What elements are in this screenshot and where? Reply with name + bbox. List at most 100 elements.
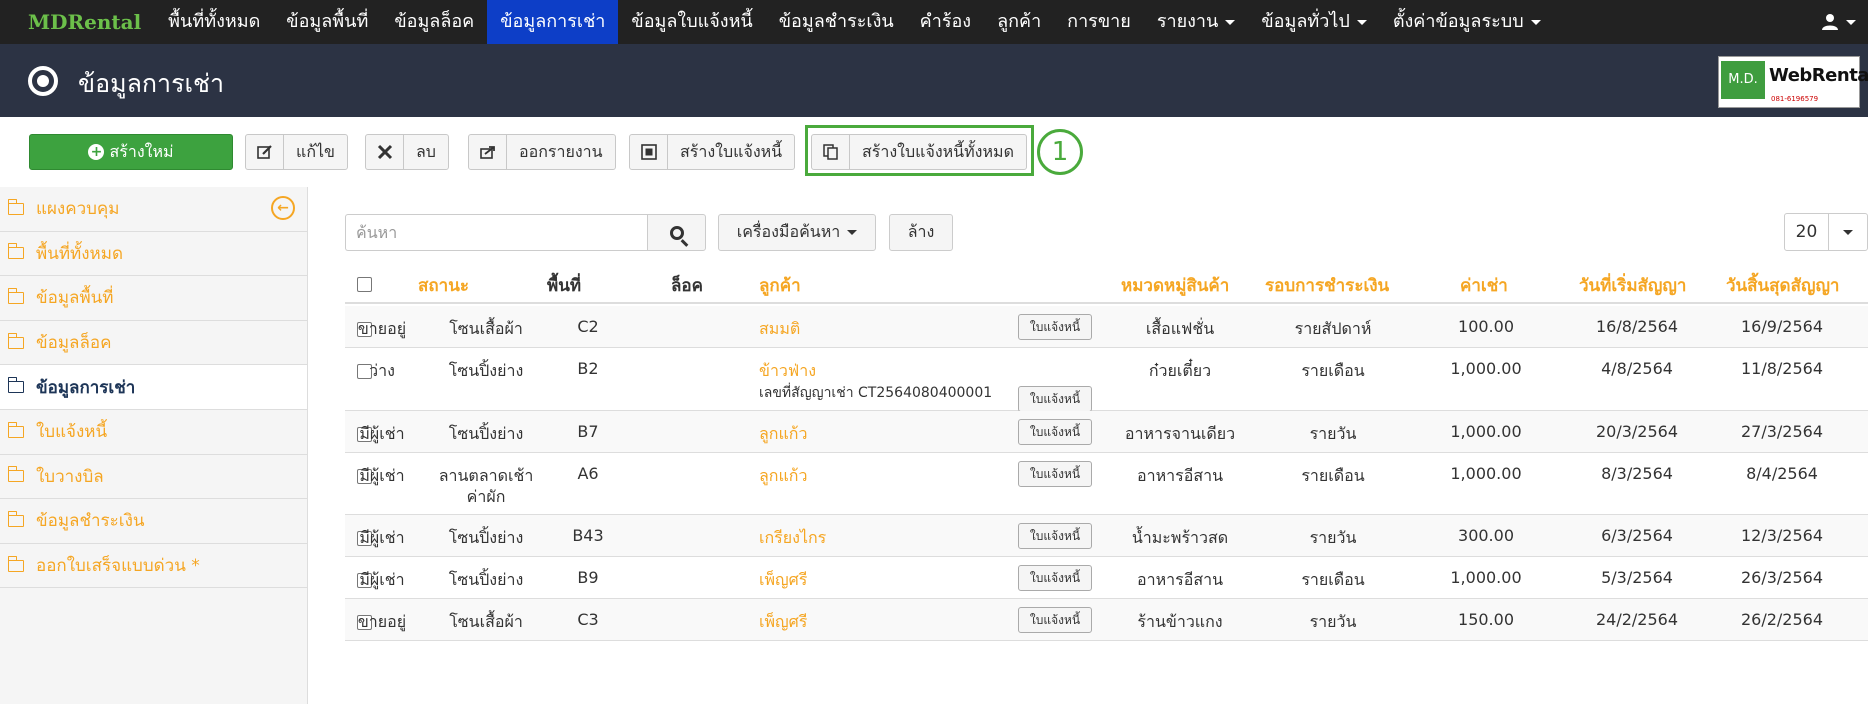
create-invoice-button-label: สร้างใบแจ้งหนี้ bbox=[680, 141, 783, 161]
cell-area: โซนเสื้อผ้า bbox=[449, 612, 523, 631]
create-button-label: สร้างใหม่ bbox=[109, 141, 174, 161]
table-row[interactable]: ขายอยู่ โซนเสื้อผ้า C3 เพ็ญศรี ใบแจ้งหนี้ ร้า… bbox=[345, 599, 1868, 641]
folder-icon bbox=[7, 421, 24, 438]
cell-customer-link[interactable]: เพ็ญศรี bbox=[759, 568, 807, 593]
folder-icon bbox=[7, 510, 24, 527]
select-all-checkbox[interactable] bbox=[357, 277, 372, 292]
cell-status: มีผู้เช่า bbox=[359, 466, 405, 485]
header-rent[interactable]: ค่าเช่า bbox=[1460, 272, 1508, 299]
header-customer[interactable]: ลูกค้า bbox=[759, 272, 801, 299]
header-start-date[interactable]: วันที่เริ่มสัญญา bbox=[1579, 272, 1686, 299]
cell-start-date: 24/2/2564 bbox=[1595, 610, 1679, 629]
table-row[interactable]: มีผู้เช่า โซนปิ้งย่าง B7 ลูกแก้ว ใบแจ้งหนี้ อ… bbox=[345, 411, 1868, 453]
cell-category: น้ำมะพร้าวสด bbox=[1131, 528, 1229, 547]
table-row[interactable]: มีผู้เช่า โซนปิ้งย่าง B43 เกรียงไกร ใบแจ้งหน… bbox=[345, 515, 1868, 557]
page-size-select[interactable]: 20 bbox=[1784, 213, 1868, 251]
cell-start-date: 16/8/2564 bbox=[1595, 317, 1679, 336]
page-size-toggle[interactable] bbox=[1829, 214, 1867, 250]
nav-item-1[interactable]: ข้อมูลพื้นที่ bbox=[273, 0, 381, 44]
cell-end-date: 26/3/2564 bbox=[1740, 568, 1824, 587]
nav-item-8[interactable]: การขาย bbox=[1054, 0, 1144, 44]
brand-logo[interactable]: MDRental bbox=[0, 0, 155, 44]
table-row[interactable]: มีผู้เช่า ลานตลาดเช้า ค่าผัก A6 ลูกแก้ว ใบแจ้… bbox=[345, 453, 1868, 515]
invoice-button[interactable]: ใบแจ้งหนี้ bbox=[1018, 523, 1092, 549]
invoice-button[interactable]: ใบแจ้งหนี้ bbox=[1018, 314, 1092, 340]
header-end-date[interactable]: วันสิ้นสุดสัญญา bbox=[1726, 272, 1839, 299]
sidebar-item-7[interactable]: ข้อมูลชำระเงิน bbox=[0, 499, 307, 544]
sidebar-item-3[interactable]: ข้อมูลล็อค bbox=[0, 321, 307, 366]
header-payment-cycle[interactable]: รอบการชำระเงิน bbox=[1265, 272, 1389, 299]
sidebar-item-label: ใบแจ้งหนี้ bbox=[36, 422, 108, 443]
delete-button-label: ลบ bbox=[416, 141, 436, 161]
stop-square-icon bbox=[630, 135, 668, 169]
create-invoice-button[interactable]: สร้างใบแจ้งหนี้ bbox=[629, 134, 796, 170]
company-logo: M.D. WebRental 081-6196579 bbox=[1718, 56, 1868, 108]
cell-lock: A6 bbox=[577, 464, 599, 483]
table-row[interactable]: ว่าง โซนปิ้งย่าง B2 ข้าวฟ่าง เลขที่สัญญาเช่า… bbox=[345, 348, 1868, 412]
cell-area: โซนปิ้งย่าง bbox=[448, 528, 524, 547]
page-size-value: 20 bbox=[1785, 214, 1829, 250]
sidebar-item-6[interactable]: ใบวางบิล bbox=[0, 455, 307, 500]
cell-payment-cycle: รายเดือน bbox=[1301, 361, 1365, 380]
invoice-button[interactable]: ใบแจ้งหนี้ bbox=[1018, 461, 1092, 487]
cell-customer-link[interactable]: เกรียงไกร bbox=[759, 526, 826, 551]
invoice-button[interactable]: ใบแจ้งหนี้ bbox=[1018, 607, 1092, 633]
nav-item-7[interactable]: ลูกค้า bbox=[984, 0, 1054, 44]
cell-status: มีผู้เช่า bbox=[359, 570, 405, 589]
search-button[interactable] bbox=[647, 214, 706, 251]
cell-customer-link[interactable]: เพ็ญศรี bbox=[759, 610, 807, 635]
cell-lock: B7 bbox=[577, 422, 599, 441]
chevron-down-icon bbox=[1843, 229, 1853, 235]
nav-item-label: ตั้งค่าข้อมูลระบบ bbox=[1392, 11, 1524, 32]
nav-item-4[interactable]: ข้อมูลใบแจ้งหนี้ bbox=[618, 0, 765, 44]
sidebar-item-label: ใบวางบิล bbox=[36, 466, 104, 487]
user-menu[interactable] bbox=[1821, 0, 1856, 44]
table-row[interactable]: ขายอยู่ โซนเสื้อผ้า C2 สมมติ ใบแจ้งหนี้ เสื้อ… bbox=[345, 306, 1868, 348]
nav-item-5[interactable]: ข้อมูลชำระเงิน bbox=[766, 0, 907, 44]
nav-item-0[interactable]: พื้นที่ทั้งหมด bbox=[155, 0, 273, 44]
cell-customer-link[interactable]: สมมติ bbox=[759, 317, 800, 342]
header-lock[interactable]: ล็อค bbox=[671, 272, 703, 299]
sidebar-item-0[interactable]: แผงควบคุม bbox=[0, 187, 307, 232]
nav-item-label: พื้นที่ทั้งหมด bbox=[168, 11, 261, 32]
delete-button[interactable]: ลบ bbox=[365, 134, 449, 170]
header-area[interactable]: พื้นที่ bbox=[547, 272, 581, 299]
sidebar-item-4[interactable]: ข้อมูลการเช่า bbox=[0, 365, 307, 410]
table-row[interactable]: มีผู้เช่า โซนปิ้งย่าง B9 เพ็ญศรี ใบแจ้งหนี้ อ… bbox=[345, 557, 1868, 599]
cell-customer-link[interactable]: ลูกแก้ว bbox=[759, 464, 807, 489]
nav-item-2[interactable]: ข้อมูลล็อค bbox=[381, 0, 487, 44]
cell-start-date: 4/8/2564 bbox=[1601, 359, 1673, 378]
search-input[interactable] bbox=[345, 214, 648, 251]
cell-payment-cycle: รายวัน bbox=[1309, 424, 1357, 443]
header-status[interactable]: สถานะ bbox=[418, 272, 469, 299]
search-tools-dropdown[interactable]: เครื่องมือค้นหา bbox=[718, 214, 876, 251]
nav-item-label: การขาย bbox=[1067, 11, 1131, 32]
nav-item-10[interactable]: ข้อมูลทั่วไป bbox=[1248, 0, 1379, 44]
cell-payment-cycle: รายวัน bbox=[1309, 528, 1357, 547]
nav-item-6[interactable]: คำร้อง bbox=[907, 0, 984, 44]
sidebar: ← แผงควบคุม พื้นที่ทั้งหมด ข้อมูลพื้นที่ ข้… bbox=[0, 187, 308, 704]
header-category[interactable]: หมวดหมู่สินค้า bbox=[1121, 272, 1229, 299]
sidebar-item-2[interactable]: ข้อมูลพื้นที่ bbox=[0, 276, 307, 321]
create-button[interactable]: + สร้างใหม่ bbox=[29, 134, 233, 170]
cell-lock: C3 bbox=[577, 610, 599, 629]
invoice-button[interactable]: ใบแจ้งหนี้ bbox=[1018, 386, 1092, 412]
cell-customer-link[interactable]: ข้าวฟ่าง bbox=[759, 359, 816, 384]
share-icon bbox=[469, 135, 507, 169]
cell-start-date: 6/3/2564 bbox=[1601, 526, 1673, 545]
nav-item-3[interactable]: ข้อมูลการเช่า bbox=[487, 0, 619, 44]
sidebar-item-1[interactable]: พื้นที่ทั้งหมด bbox=[0, 232, 307, 277]
clear-button[interactable]: ล้าง bbox=[889, 214, 953, 251]
export-button[interactable]: ออกรายงาน bbox=[468, 134, 616, 170]
invoice-button[interactable]: ใบแจ้งหนี้ bbox=[1018, 419, 1092, 445]
cell-end-date: 16/9/2564 bbox=[1740, 317, 1824, 336]
cell-customer-link[interactable]: ลูกแก้ว bbox=[759, 422, 807, 447]
sidebar-item-8[interactable]: ออกใบเสร็จแบบด่วน * bbox=[0, 544, 307, 589]
invoice-button[interactable]: ใบแจ้งหนี้ bbox=[1018, 565, 1092, 591]
chevron-down-icon bbox=[847, 230, 858, 235]
cell-category: อาหารอีสาน bbox=[1136, 570, 1224, 589]
edit-button[interactable]: แก้ไข bbox=[245, 134, 348, 170]
nav-item-11[interactable]: ตั้งค่าข้อมูลระบบ bbox=[1380, 0, 1554, 44]
sidebar-item-5[interactable]: ใบแจ้งหนี้ bbox=[0, 410, 307, 455]
nav-item-9[interactable]: รายงาน bbox=[1144, 0, 1249, 44]
